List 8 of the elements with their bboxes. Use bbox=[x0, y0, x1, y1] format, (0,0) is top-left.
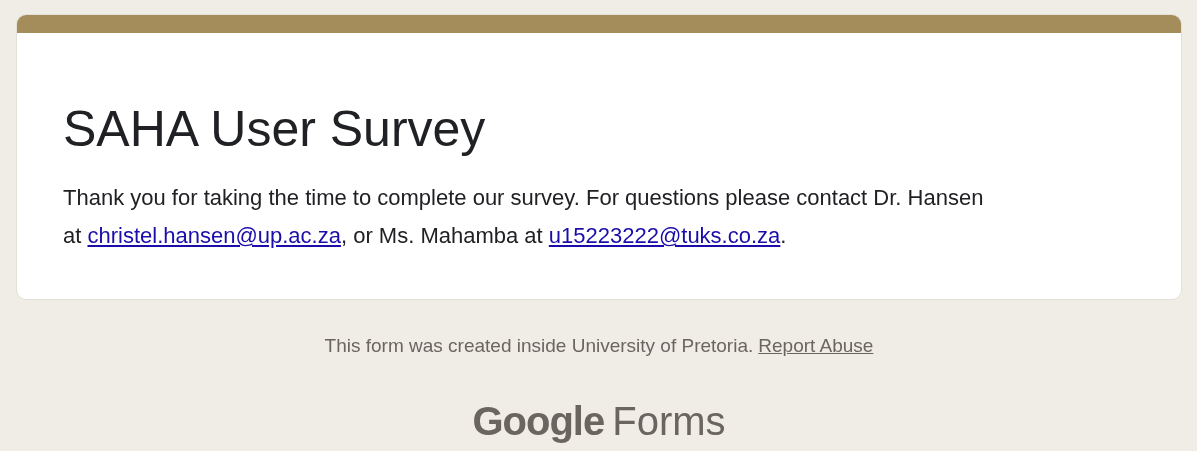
logo-product: Forms bbox=[612, 397, 726, 445]
form-description: Thank you for taking the time to complete our survey. For questions please contact Dr. Hansen at christel.hansen@up.ac.za, or Ms. Mahamba at u15223222@tuks.co.za. bbox=[63, 184, 985, 250]
form-title: SAHA User Survey bbox=[63, 100, 486, 159]
logo-brand: Google bbox=[472, 397, 605, 445]
report-abuse-link[interactable]: Report Abuse bbox=[758, 332, 874, 361]
footer-notice: This form was created inside University of Pretoria. bbox=[324, 334, 754, 358]
email-link[interactable]: christel.hansen@up.ac.za bbox=[87, 223, 341, 248]
email-link[interactable]: u15223222@tuks.co.za bbox=[548, 223, 781, 248]
